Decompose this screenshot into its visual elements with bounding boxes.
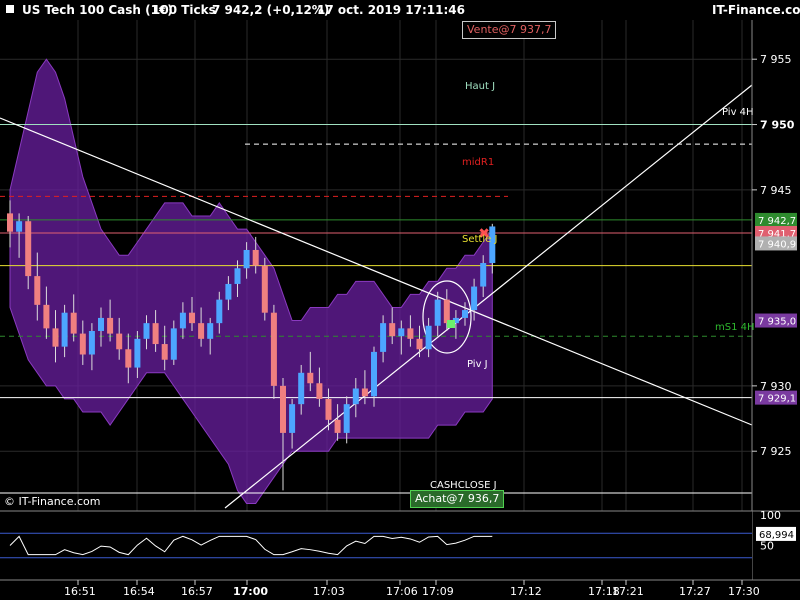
- candle-body: [198, 323, 205, 339]
- candle-body: [462, 310, 468, 318]
- candle-body: [79, 333, 86, 355]
- candle-body: [216, 299, 223, 324]
- candle-body: [189, 312, 195, 324]
- candle-body: [52, 328, 59, 347]
- y-tick-label: 7 955: [760, 53, 792, 66]
- y-tick-label: 7 950: [760, 119, 795, 132]
- candle-body: [434, 299, 441, 326]
- candle-body: [425, 325, 432, 350]
- candle-body: [225, 283, 232, 300]
- candle-body: [234, 268, 241, 284]
- candle-body: [134, 338, 141, 368]
- sell-order-tag[interactable]: Vente@7 937,7: [462, 21, 557, 39]
- candle-body: [70, 312, 77, 334]
- price-tag-label: 7 942,7: [758, 216, 796, 227]
- midr1-label: midR1: [462, 157, 495, 168]
- price-tag-label: 7 940,9: [758, 239, 796, 250]
- candle-body: [7, 213, 13, 232]
- haut-j-label: Haut J: [465, 81, 496, 92]
- candle-body: [380, 323, 387, 352]
- candle-body: [243, 249, 250, 269]
- ms1-4h-label: mS1 4H: [715, 322, 755, 333]
- candle-body: [334, 419, 341, 433]
- indicator-tick-label: 100: [760, 509, 781, 522]
- candle-body: [25, 221, 32, 277]
- indicator-tick-label: 50: [760, 540, 774, 553]
- candle-body: [43, 304, 50, 329]
- x-tick-label: 17:27: [679, 585, 711, 598]
- piv-j-label: Piv J: [467, 359, 488, 370]
- indicator-value-label: 68,994: [759, 530, 794, 541]
- candle-body: [343, 404, 350, 433]
- candle-body: [389, 323, 396, 337]
- candle-body: [107, 317, 114, 334]
- candle-body: [325, 398, 332, 420]
- candle-body: [61, 312, 68, 347]
- candle-body: [207, 323, 214, 339]
- candle-body: [371, 351, 377, 397]
- candle-body: [398, 328, 405, 337]
- piv-4h-label: Piv 4H: [722, 107, 754, 118]
- x-tick-label: 17:09: [422, 585, 454, 598]
- x-tick-label: 17:12: [510, 585, 542, 598]
- candle-body: [161, 344, 168, 360]
- candle-body: [143, 323, 150, 339]
- x-tick-label: 17:06: [386, 585, 418, 598]
- candle-body: [88, 330, 95, 355]
- buy-order-tag[interactable]: Achat@7 936,7: [410, 490, 505, 508]
- candle-body: [289, 404, 296, 433]
- price-tag-label: 7 935,0: [758, 317, 796, 328]
- candle-body: [125, 349, 132, 368]
- candle-body: [280, 385, 286, 433]
- x-tick-label: 17:00: [233, 585, 268, 598]
- x-tick-label: 17:30: [728, 585, 760, 598]
- candle-body: [352, 388, 359, 405]
- candle-body: [471, 286, 478, 311]
- candle-body: [361, 388, 368, 397]
- price-tag-label: 7 929,1: [758, 394, 796, 405]
- candle-body: [298, 372, 305, 405]
- x-tick-label: 16:57: [181, 585, 213, 598]
- candle-body: [98, 317, 104, 331]
- candle-body: [16, 221, 23, 232]
- candle-body: [179, 312, 186, 329]
- x-tick-label: 16:51: [64, 585, 96, 598]
- candle-body: [480, 263, 487, 287]
- candle-body: [34, 276, 41, 305]
- y-tick-label: 7 945: [760, 184, 792, 197]
- candle-body: [443, 299, 450, 324]
- cashclose-j-label: CASHCLOSE J: [430, 480, 497, 491]
- buy-marker: [447, 320, 455, 328]
- candle-body: [170, 328, 177, 360]
- indicator-background: [0, 511, 752, 580]
- candle-body: [261, 265, 268, 313]
- y-tick-label: 7 925: [760, 445, 792, 458]
- price-chart[interactable]: ✖7 9557 9507 9457 9307 9257 942,77 941,7…: [0, 0, 800, 600]
- x-tick-label: 17:03: [313, 585, 345, 598]
- x-tick-label: 17:21: [612, 585, 644, 598]
- copyright: © IT-Finance.com: [4, 495, 101, 508]
- candle-body: [416, 338, 423, 350]
- settle-j-label: Settle J: [462, 234, 498, 245]
- candle-body: [407, 328, 414, 339]
- candle-body: [252, 249, 259, 266]
- candle-body: [152, 323, 159, 345]
- candle-body: [116, 333, 123, 350]
- candle-body: [316, 383, 323, 399]
- candle-body: [307, 372, 314, 384]
- x-tick-label: 16:54: [123, 585, 155, 598]
- candle-body: [270, 312, 277, 386]
